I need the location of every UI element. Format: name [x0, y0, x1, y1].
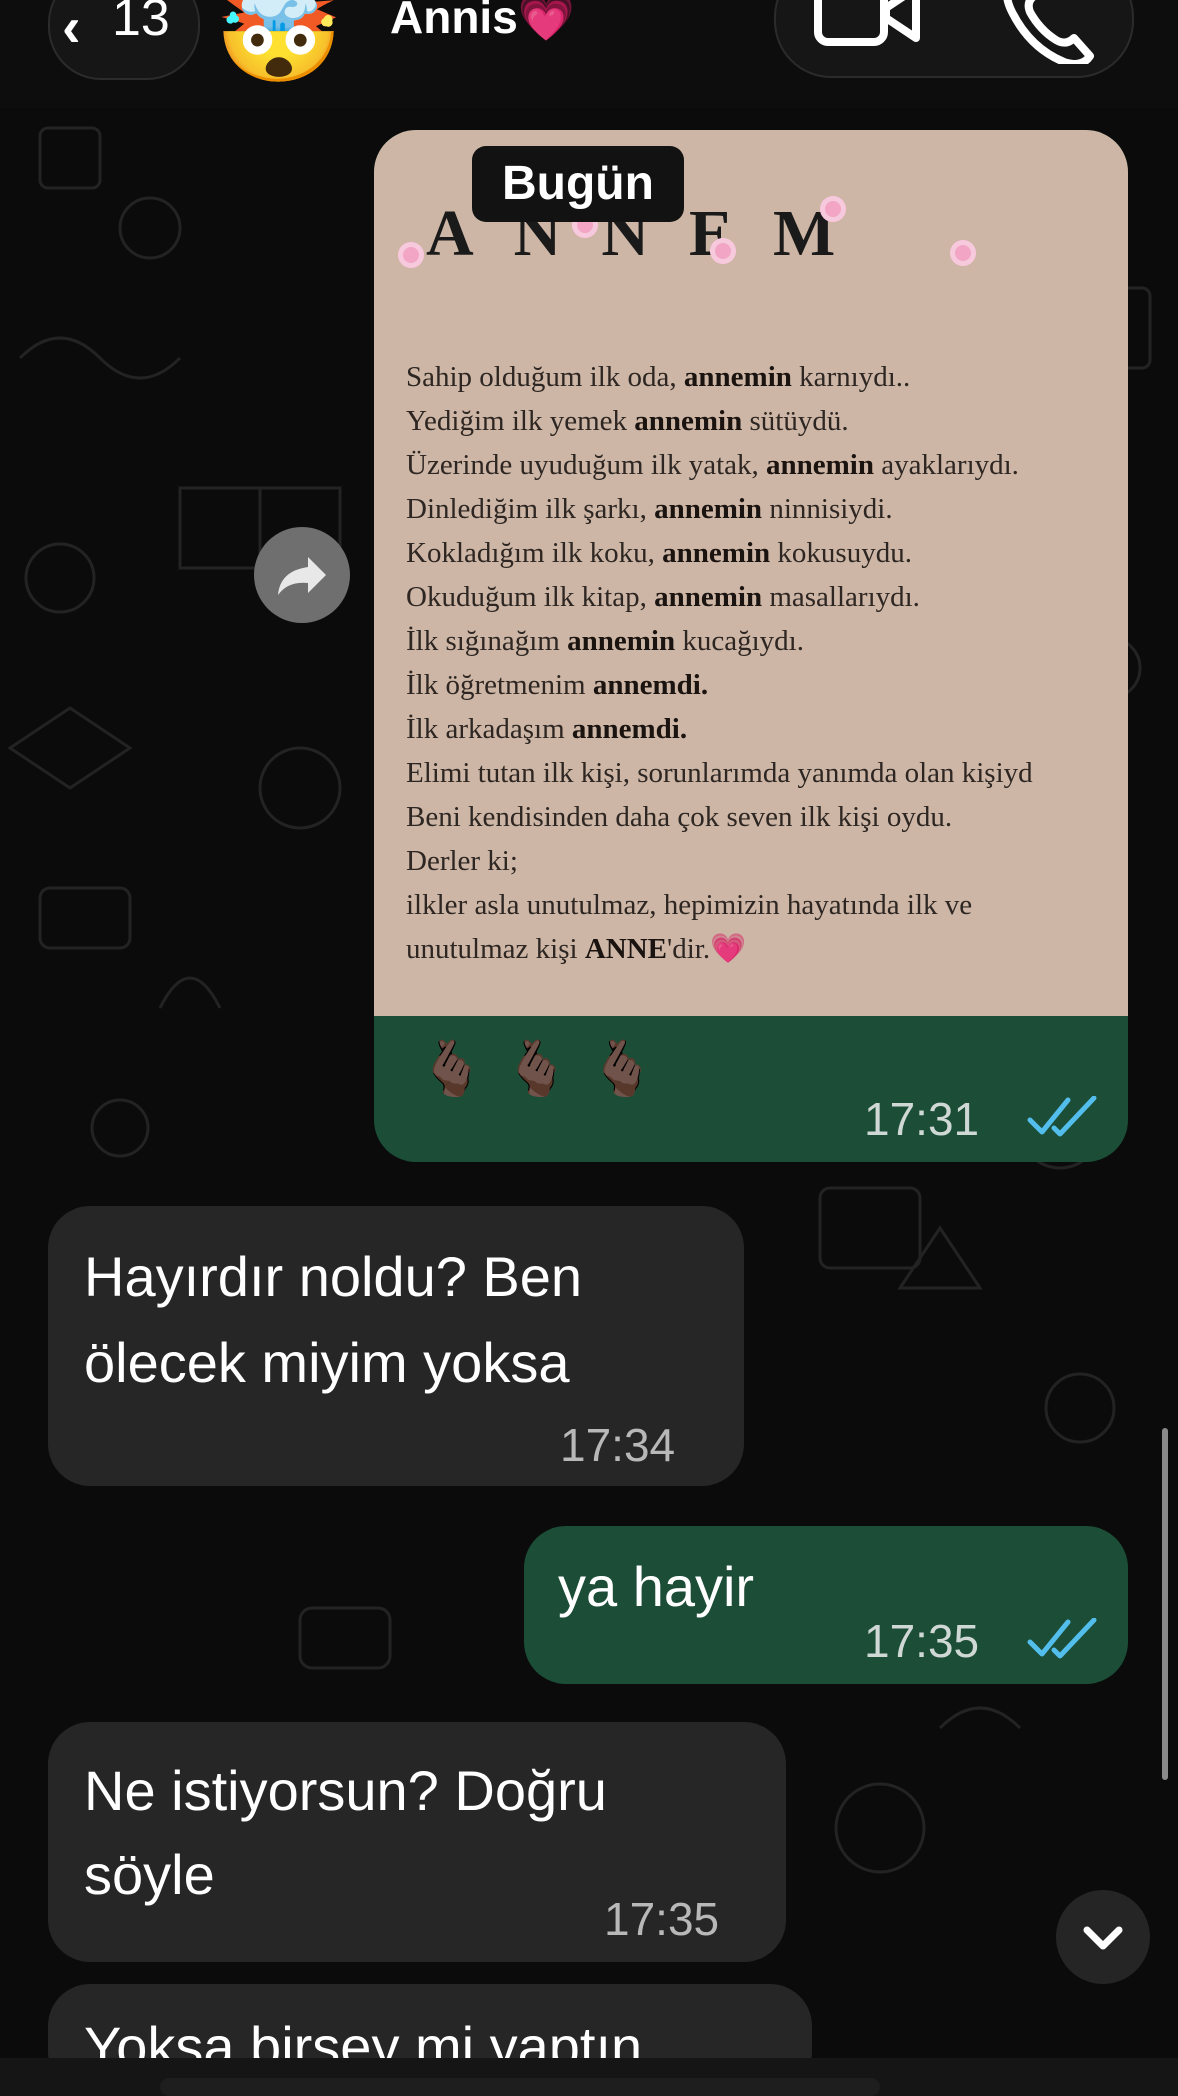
- forward-button[interactable]: [254, 527, 350, 623]
- poem-line: İlk sığınağım annemin kucağıydı.: [406, 625, 804, 657]
- poem-line: unutulmaz kişi ANNE'dir.💗: [406, 933, 747, 965]
- contact-name[interactable]: Annis💗: [390, 0, 575, 45]
- poem-line: Beni kendisinden daha çok seven ilk kişi…: [406, 801, 953, 833]
- scrollbar[interactable]: [1162, 1428, 1168, 1780]
- poem-line: İlk öğretmenim annemdi.: [406, 669, 709, 701]
- message-line: ya hayir: [558, 1555, 755, 1618]
- poem-line: Derler ki;: [406, 845, 518, 877]
- input-area-edge: [160, 2078, 880, 2096]
- caption-emojis: 🫰🏿🫰🏿🫰🏿: [418, 1039, 674, 1099]
- outgoing-image-message[interactable]: ANNEM Sahip olduğum ilk oda, annemin kar…: [374, 130, 1128, 1162]
- flower-decoration: [820, 196, 846, 222]
- incoming-message[interactable]: Ne istiyorsun? Doğru söyle 17:35: [48, 1722, 786, 1962]
- chat-header: ‹ 13 🤯 Annis💗: [0, 0, 1178, 108]
- poem-line: ilkler asla unutulmaz, hepimizin hayatın…: [406, 889, 973, 921]
- poem-line: Sahip olduğum ilk oda, annemin karnıydı.…: [406, 361, 911, 393]
- message-time: 17:34: [560, 1419, 676, 1471]
- chevron-left-icon: ‹: [62, 0, 81, 58]
- message-time: 17:31: [864, 1093, 980, 1145]
- flower-decoration: [398, 242, 424, 268]
- flower-decoration: [710, 238, 736, 264]
- poem-line: Elimi tutan ilk kişi, sorunlarımda yanım…: [406, 757, 1033, 789]
- poem-line: Üzerinde uyuduğum ilk yatak, annemin aya…: [406, 449, 1019, 481]
- poem-line: İlk arkadaşım annemdi.: [406, 713, 688, 745]
- message-line: söyle: [84, 1843, 215, 1906]
- outgoing-message[interactable]: ya hayir 17:35: [524, 1526, 1128, 1684]
- message-line: ölecek miyim yoksa: [84, 1331, 570, 1394]
- read-ticks-icon: [1027, 1096, 1097, 1137]
- forward-arrow-icon: [278, 557, 326, 595]
- poem-line: Kokladığım ilk koku, annemin kokusuydu.: [406, 537, 912, 569]
- video-call-icon[interactable]: [812, 0, 922, 64]
- avatar[interactable]: 🤯: [214, 0, 344, 90]
- poem-line: Dinlediğim ilk şarkı, annemin ninnisiydi…: [406, 493, 893, 525]
- poem-text: Sahip olduğum ilk oda, annemin karnıydı.…: [406, 355, 1128, 971]
- phone-call-icon[interactable]: [990, 0, 1100, 64]
- message-time: 17:35: [604, 1893, 720, 1945]
- poem-line: Okuduğum ilk kitap, annemin masallarıydı…: [406, 581, 920, 613]
- date-separator: Bugün: [472, 146, 684, 222]
- message-line: Hayırdır noldu? Ben: [84, 1245, 583, 1308]
- message-line: Ne istiyorsun? Doğru: [84, 1759, 607, 1822]
- scroll-to-bottom-button[interactable]: [1056, 1890, 1150, 1984]
- flower-decoration: [950, 240, 976, 266]
- message-time: 17:35: [864, 1615, 980, 1667]
- incoming-message[interactable]: Hayırdır noldu? Ben ölecek miyim yoksa 1…: [48, 1206, 744, 1486]
- forwarded-image[interactable]: ANNEM Sahip olduğum ilk oda, annemin kar…: [374, 130, 1128, 1016]
- read-ticks-icon: [1027, 1618, 1097, 1659]
- unread-count: 13: [112, 0, 170, 47]
- chevron-down-icon: [1083, 1926, 1123, 1950]
- poem-line: Yediğim ilk yemek annemin sütüydü.: [406, 405, 849, 437]
